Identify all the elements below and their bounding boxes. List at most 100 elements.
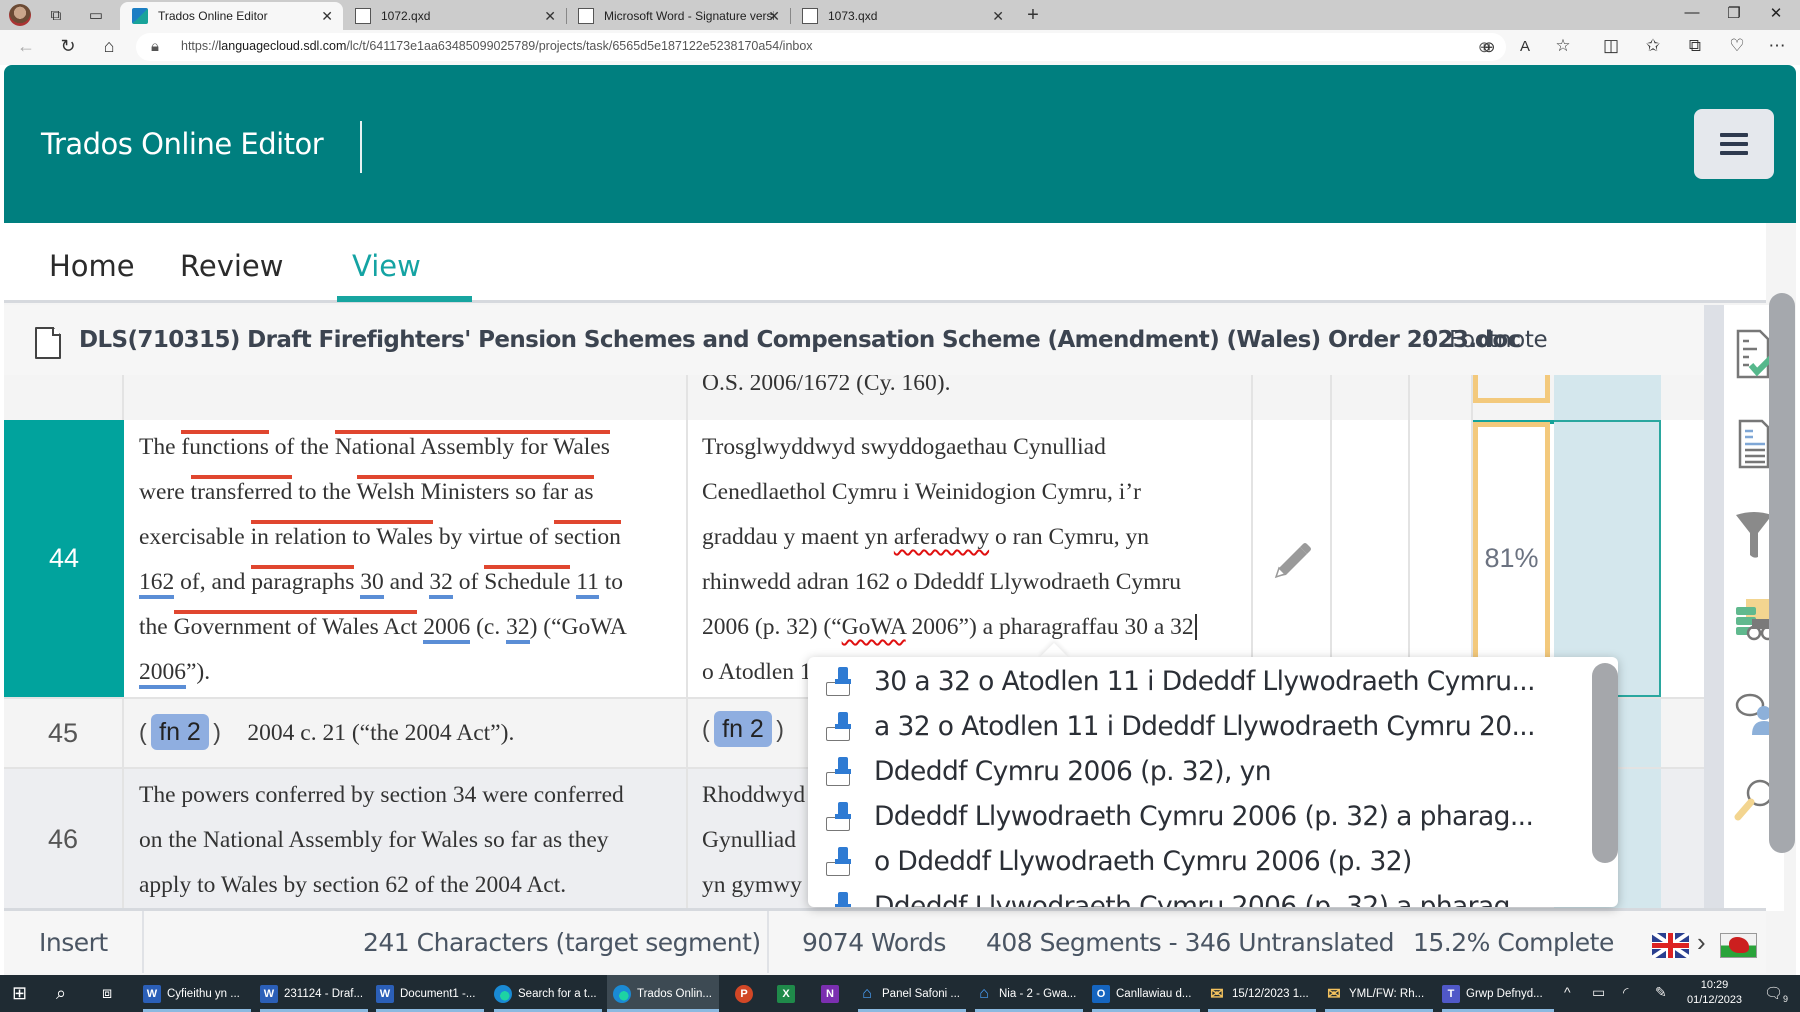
- filter-icon[interactable]: [1734, 505, 1774, 565]
- autosuggest-item[interactable]: Ddeddf Llywodraeth Cymru 2006 (p. 32) a …: [808, 884, 1588, 907]
- home-button[interactable]: ⌂: [96, 36, 122, 57]
- panel-divider[interactable]: [1704, 305, 1724, 911]
- autosuggest-item[interactable]: Ddeddf Llywodraeth Cymru 2006 (p. 32) a …: [808, 794, 1588, 839]
- target-text: O.S. 2006/1672 (Cy. 160).: [702, 375, 951, 396]
- zoom-icon[interactable]: ⊕: [1476, 38, 1502, 56]
- notifications-icon[interactable]: 🗨︎9: [1764, 984, 1788, 1004]
- source-text: 2004 c. 21 (“the 2004 Act”).: [247, 720, 515, 746]
- taskbar-item[interactable]: Search for a t...: [494, 975, 602, 1012]
- breadcrumb-document[interactable]: DLS(710315) Draft Firefighters' Pension …: [79, 327, 1521, 353]
- close-tab-icon[interactable]: ✕: [544, 8, 556, 25]
- favorites-icon[interactable]: ✩: [1640, 36, 1666, 56]
- spelling-error[interactable]: GoWA: [842, 614, 906, 640]
- segment-row-43[interactable]: O.S. 2006/1672 (Cy. 160).: [4, 375, 1704, 420]
- minimize-button[interactable]: —: [1672, 4, 1712, 21]
- vertical-tabs-icon[interactable]: ▭: [85, 4, 107, 26]
- more-menu-icon[interactable]: ⋯: [1764, 36, 1790, 56]
- browser-tab-1072[interactable]: 1072.qxd ✕: [343, 2, 567, 30]
- spelling-error[interactable]: arferadwy: [894, 524, 989, 550]
- status-bar: Insert 241 Characters (target segment) 9…: [4, 908, 1766, 973]
- tag-paren: ): [776, 716, 784, 742]
- battery-icon[interactable]: ▭: [1592, 984, 1605, 1001]
- browser-tab-trados[interactable]: Trados Online Editor ✕: [120, 2, 343, 30]
- document-structure-icon[interactable]: [1734, 415, 1774, 475]
- browser-tab-1073[interactable]: 1073.qxd ✕: [790, 2, 1014, 30]
- taskbar-item[interactable]: P: [735, 975, 759, 1012]
- tab-review[interactable]: Review: [180, 249, 283, 283]
- start-button[interactable]: ⊞: [12, 975, 27, 1012]
- taskbar-item[interactable]: ⌂ Nia - 2 - Gwa...: [975, 975, 1083, 1012]
- hamburger-menu-button[interactable]: [1694, 109, 1774, 179]
- show-hidden-icons[interactable]: ^: [1564, 984, 1571, 1000]
- tab-home[interactable]: Home: [49, 249, 135, 283]
- taskbar-item[interactable]: W 231124 - Draf...: [260, 975, 368, 1012]
- target-cell[interactable]: O.S. 2006/1672 (Cy. 160).: [688, 375, 1253, 420]
- taskbar-item[interactable]: ✉ 15/12/2023 1...: [1208, 975, 1316, 1012]
- autosuggest-item[interactable]: o Ddeddf Llywodraeth Cymru 2006 (p. 32): [808, 839, 1588, 884]
- taskbar-item[interactable]: X: [777, 975, 801, 1012]
- tag-paren: (: [702, 716, 710, 742]
- segment-row-44[interactable]: 44 The functions of the National Assembl…: [4, 420, 1704, 697]
- taskbar-item-active[interactable]: Trados Onlin...: [607, 975, 719, 1012]
- wifi-icon[interactable]: ◜: [1623, 984, 1628, 1001]
- autosuggest-text: a 32 o Atodlen 11 i Ddeddf Llywodraeth C…: [874, 711, 1536, 742]
- target-text[interactable]: Trosglwyddwyd swyddogaethau Cynulliad Ce…: [702, 425, 1197, 695]
- task-view-icon[interactable]: ⧈: [102, 975, 112, 1012]
- confirm-document-icon[interactable]: [1734, 325, 1774, 385]
- back-button[interactable]: ←: [13, 36, 39, 57]
- autosuggest-item[interactable]: a 32 o Atodlen 11 i Ddeddf Llywodraeth C…: [808, 704, 1588, 749]
- qxd-file-icon: [802, 8, 818, 24]
- url-field[interactable]: 🔒︎ https://languagecloud.sdl.com/lc/t/64…: [136, 33, 1506, 61]
- collections-icon[interactable]: ⧉: [1682, 36, 1708, 56]
- close-tab-icon[interactable]: ✕: [992, 8, 1004, 25]
- autosuggest-scrollbar[interactable]: [1592, 663, 1618, 863]
- row-number-cell[interactable]: 46: [4, 769, 124, 908]
- browser-essentials-icon[interactable]: ♡: [1724, 36, 1750, 56]
- workspaces-icon[interactable]: ⧉: [45, 4, 67, 26]
- clock-date: 01/12/2023: [1687, 994, 1743, 1006]
- footnote-tag[interactable]: fn 2: [151, 714, 209, 750]
- new-tab-button[interactable]: +: [1022, 4, 1044, 26]
- breadcrumb-section[interactable]: Footnote: [1449, 327, 1548, 353]
- taskbar-item[interactable]: O Canllawiau d...: [1092, 975, 1200, 1012]
- taskbar-item[interactable]: W Document1 -...: [376, 975, 484, 1012]
- browser-tab-word-signature[interactable]: Microsoft Word - Signature versi ✕: [566, 2, 791, 30]
- close-tab-icon[interactable]: ✕: [768, 8, 780, 25]
- edit-mode[interactable]: Insert: [39, 928, 108, 957]
- tab-view[interactable]: View: [352, 249, 421, 283]
- row-number-cell[interactable]: 44: [4, 420, 124, 697]
- taskbar-item[interactable]: N: [821, 975, 845, 1012]
- taskbar-item[interactable]: W Cyfieithu yn ...: [143, 975, 251, 1012]
- refresh-button[interactable]: ↻: [55, 36, 81, 57]
- restore-button[interactable]: ❐: [1714, 4, 1754, 22]
- comments-users-icon[interactable]: [1734, 685, 1774, 745]
- match-percent-cell[interactable]: 81%: [1473, 422, 1550, 694]
- autosuggest-text: o Ddeddf Llywodraeth Cymru 2006 (p. 32): [874, 846, 1412, 877]
- read-aloud-icon[interactable]: A: [1512, 38, 1538, 55]
- source-line: on the National Assembly for Wales so fa…: [139, 827, 609, 853]
- source-line: the Government of Wales Act 2006 (c. 32)…: [139, 605, 627, 650]
- taskbar-item[interactable]: ⌂ Panel Safoni ...: [858, 975, 966, 1012]
- close-tab-icon[interactable]: ✕: [321, 8, 333, 25]
- pen-icon[interactable]: ✎: [1655, 984, 1667, 1001]
- search-icon[interactable]: [1734, 775, 1774, 835]
- autosuggest-dropdown[interactable]: 30 a 32 o Atodlen 11 i Ddeddf Llywodraet…: [808, 657, 1618, 907]
- split-screen-icon[interactable]: ◫: [1598, 36, 1624, 56]
- footnote-tag[interactable]: fn 2: [714, 711, 772, 747]
- autosuggest-item[interactable]: 30 a 32 o Atodlen 11 i Ddeddf Llywodraet…: [808, 659, 1588, 704]
- taskbar-item[interactable]: ✉ YML/FW: Rh...: [1325, 975, 1433, 1012]
- target-cell-editor[interactable]: Trosglwyddwyd swyddogaethau Cynulliad Ce…: [688, 420, 1253, 697]
- clock[interactable]: 10:29 01/12/2023: [1687, 978, 1742, 1008]
- page-scrollbar[interactable]: [1769, 293, 1795, 853]
- translation-memory-icon[interactable]: [1734, 595, 1774, 655]
- row-number-cell[interactable]: 45: [4, 699, 124, 767]
- autosuggest-item[interactable]: Ddeddf Cymru 2006 (p. 32), yn: [808, 749, 1588, 794]
- tab-title: 1072.qxd: [381, 9, 431, 23]
- favorite-star-icon[interactable]: ☆: [1550, 36, 1576, 56]
- close-window-button[interactable]: ✕: [1756, 4, 1796, 22]
- segment-number: 45: [47, 717, 79, 748]
- search-icon[interactable]: ⌕: [56, 975, 66, 1012]
- lock-icon[interactable]: 🔒︎: [151, 38, 159, 55]
- taskbar-item[interactable]: T Grwp Defnyd...: [1442, 975, 1554, 1012]
- profile-avatar[interactable]: [9, 4, 31, 26]
